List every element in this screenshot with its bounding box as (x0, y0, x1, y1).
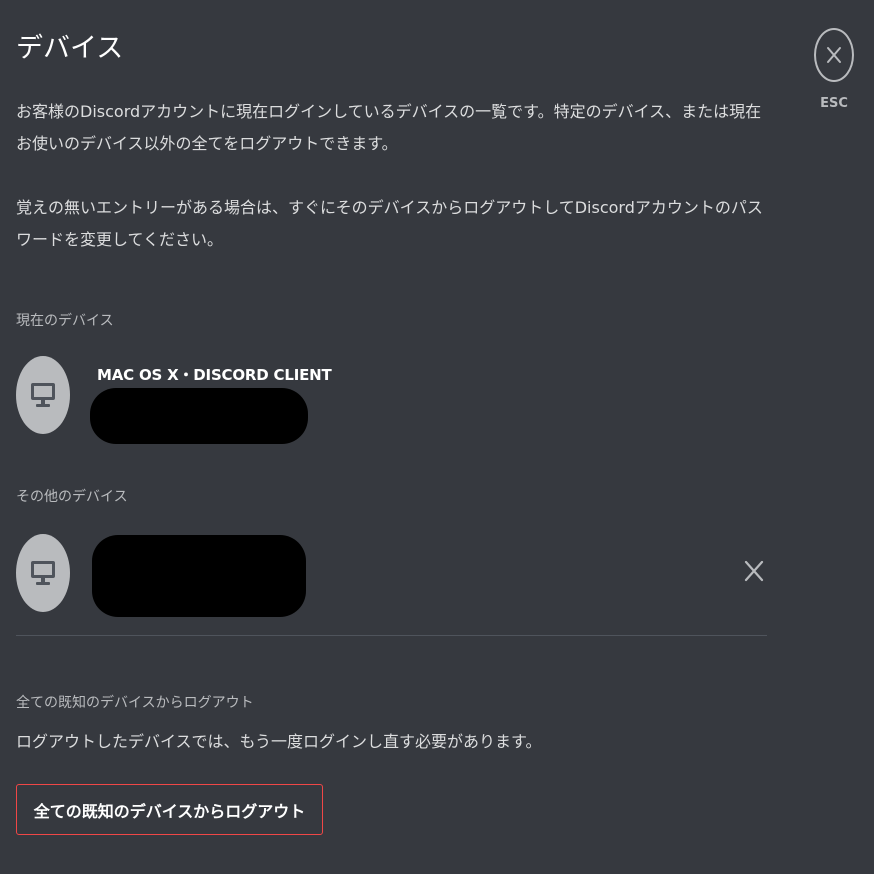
current-device-name: MAC OS X・DISCORD CLIENT (97, 366, 332, 384)
redacted-device-info (90, 388, 308, 444)
security-warning: 覚えの無いエントリーがある場合は、すぐにそのデバイスからログアウトしてDisco… (16, 198, 763, 249)
redacted-device-info (92, 535, 306, 617)
device-avatar (16, 356, 70, 434)
logout-all-description: ログアウトしたデバイスでは、もう一度ログインし直す必要があります。 (16, 732, 542, 751)
current-device-section-label: 現在のデバイス (16, 313, 114, 329)
close-button[interactable]: ESC (812, 28, 856, 111)
esc-label: ESC (820, 96, 848, 111)
close-icon (827, 47, 841, 63)
close-icon (744, 560, 764, 582)
section-divider (16, 635, 767, 636)
logout-all-button[interactable]: 全ての既知のデバイスからログアウト (16, 784, 323, 835)
other-devices-section-label: その他のデバイス (16, 489, 128, 505)
logout-device-button[interactable] (740, 556, 768, 586)
devices-description: お客様のDiscordアカウントに現在ログインしているデバイスの一覧です。特定の… (16, 102, 762, 153)
monitor-icon (31, 383, 55, 407)
logout-all-section-label: 全ての既知のデバイスからログアウト (16, 695, 254, 711)
close-circle[interactable] (814, 28, 854, 82)
page-title: デバイス (16, 33, 124, 64)
monitor-icon (31, 561, 55, 585)
device-avatar (16, 534, 70, 612)
